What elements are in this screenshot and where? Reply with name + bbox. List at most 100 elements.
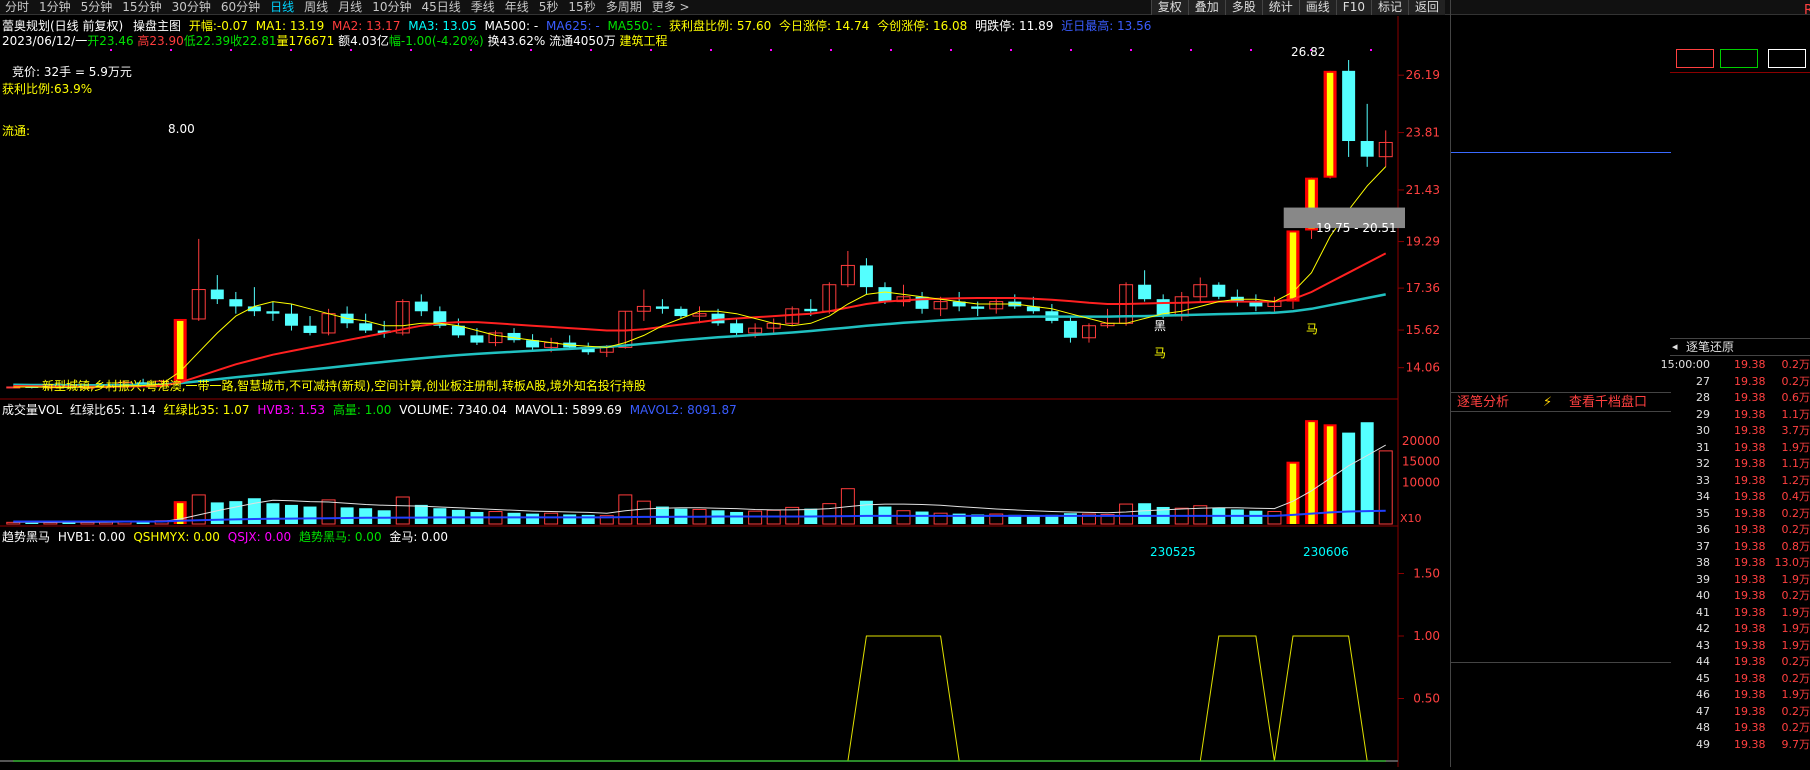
buy-button[interactable]: [1676, 49, 1714, 68]
right-tool-1[interactable]: 叠加: [1188, 0, 1225, 15]
bid-row[interactable]: [1451, 226, 1671, 244]
right-tool-3[interactable]: 统计: [1262, 0, 1299, 15]
trade-price: 19.38: [1734, 737, 1766, 753]
right-tool-5[interactable]: F10: [1336, 0, 1371, 15]
period-tab-2[interactable]: 5分钟: [76, 0, 118, 15]
queue-ask-row[interactable]: [1451, 414, 1671, 432]
candle-body-down[interactable]: [359, 323, 372, 330]
collapse-icon[interactable]: ◂: [1672, 339, 1678, 355]
bid-row[interactable]: [1451, 154, 1671, 172]
period-tab-9[interactable]: 10分钟: [367, 0, 416, 15]
ask-row[interactable]: [1451, 68, 1671, 86]
trade-volume: 3.7万: [1782, 423, 1810, 439]
top-marker-dot: [590, 49, 592, 51]
stat-row: [1670, 200, 1810, 219]
period-tab-3[interactable]: 15分钟: [117, 0, 166, 15]
candle-body-down[interactable]: [304, 326, 317, 333]
period-tab-11[interactable]: 季线: [466, 0, 500, 15]
right-tool-7[interactable]: 返回: [1408, 0, 1445, 15]
other-button[interactable]: [1768, 49, 1806, 68]
right-tool-6[interactable]: 标记: [1371, 0, 1408, 15]
candle-body-down[interactable]: [860, 265, 873, 287]
candle-body-down[interactable]: [1138, 285, 1151, 299]
period-tab-15[interactable]: 多周期: [601, 0, 647, 15]
volume-bar-down: [359, 508, 372, 524]
bid-row[interactable]: [1451, 316, 1671, 334]
stat-row: [1670, 260, 1810, 279]
period-tab-12[interactable]: 年线: [500, 0, 534, 15]
period-tab-10[interactable]: 45日线: [416, 0, 465, 15]
indicator-name[interactable]: 操盘主图: [133, 19, 181, 33]
ask-row[interactable]: [1451, 32, 1671, 50]
trade-volume: 0.2万: [1782, 671, 1810, 687]
sell-button[interactable]: [1720, 49, 1758, 68]
candle-body-down[interactable]: [285, 314, 298, 326]
candle-body-down[interactable]: [730, 323, 743, 333]
bid-row[interactable]: [1451, 190, 1671, 208]
candle-body-down[interactable]: [971, 306, 984, 308]
trend-title[interactable]: 趋势黑马: [2, 530, 50, 544]
trade-volume: 0.2万: [1782, 654, 1810, 670]
period-tab-14[interactable]: 15秒: [563, 0, 600, 15]
bid-row[interactable]: [1451, 298, 1671, 316]
right-tool-4[interactable]: 画线: [1299, 0, 1336, 15]
vol-title[interactable]: 成交量VOL: [2, 403, 62, 417]
bid-row[interactable]: [1451, 208, 1671, 226]
candle-body-down[interactable]: [266, 311, 279, 313]
period-tab-13[interactable]: 5秒: [534, 0, 564, 15]
stock-header-row: R: [1670, 1, 1810, 20]
mavol1-line: [13, 445, 1385, 522]
ask-row[interactable]: [1451, 50, 1671, 68]
ask-row[interactable]: [1451, 86, 1671, 104]
period-tab-4[interactable]: 30分钟: [167, 0, 216, 15]
ask-row[interactable]: [1451, 104, 1671, 122]
candle-body-down[interactable]: [1064, 321, 1077, 338]
day-open: 开23.46: [87, 34, 133, 48]
queue-bid-row[interactable]: [1451, 666, 1671, 684]
candle-body-down[interactable]: [508, 333, 521, 340]
kline-chart-panel[interactable]: 26.1923.8121.4319.2917.3615.6214.0620000…: [0, 16, 1450, 767]
sell-avg-row[interactable]: [1451, 334, 1671, 352]
period-tab-0[interactable]: 分时: [0, 0, 34, 15]
candle-body-down[interactable]: [674, 309, 687, 316]
period-tab-6[interactable]: 日线: [265, 0, 299, 15]
period-tab-1[interactable]: 1分钟: [34, 0, 76, 15]
period-tab-16[interactable]: 更多 >: [647, 0, 695, 15]
candle-body-down[interactable]: [1361, 141, 1374, 157]
stat-row: [1670, 224, 1810, 243]
ask-row[interactable]: [1451, 0, 1671, 14]
bid-row[interactable]: [1451, 172, 1671, 190]
bid-row[interactable]: [1451, 244, 1671, 262]
candle-body-down[interactable]: [229, 299, 242, 306]
ask-row[interactable]: [1451, 14, 1671, 32]
period-tab-5[interactable]: 60分钟: [216, 0, 265, 15]
ask-row[interactable]: [1451, 122, 1671, 140]
trade-row: 3919.381.9万: [1670, 572, 1810, 588]
bid-row[interactable]: [1451, 280, 1671, 298]
vol-mavol2: MAVOL2: 8091.87: [630, 403, 737, 417]
trade-row: 4919.389.7万: [1670, 737, 1810, 753]
candle-body-down[interactable]: [211, 290, 224, 300]
trade-volume: 1.1万: [1782, 456, 1810, 472]
bid-row[interactable]: [1451, 262, 1671, 280]
right-tool-2[interactable]: 多股: [1225, 0, 1262, 15]
depth-view-tab[interactable]: 查看千档盘口: [1569, 393, 1647, 413]
candle-body-down[interactable]: [804, 309, 817, 311]
trade-row: 4019.380.2万: [1670, 588, 1810, 604]
period-tab-7[interactable]: 周线: [299, 0, 333, 15]
trades-header[interactable]: ◂逐笔还原: [1670, 338, 1810, 356]
candle-body-down[interactable]: [1212, 285, 1225, 297]
candle-body-down[interactable]: [656, 306, 669, 308]
buy-avg-row[interactable]: [1451, 352, 1671, 370]
vol-r35: 红绿比35: 1.07: [164, 403, 250, 417]
candle-body-down[interactable]: [470, 335, 483, 342]
status-row: [1670, 318, 1810, 337]
period-tab-8[interactable]: 月线: [333, 0, 367, 15]
candle-body-down[interactable]: [415, 302, 428, 312]
tick-analysis-tab[interactable]: 逐笔分析: [1457, 393, 1509, 413]
candle-body-down[interactable]: [1342, 71, 1355, 141]
right-tool-0[interactable]: 复权: [1151, 0, 1188, 15]
candle-body-down[interactable]: [878, 287, 891, 301]
top-marker-dot: [290, 49, 292, 51]
volume-bar-down: [304, 507, 317, 524]
